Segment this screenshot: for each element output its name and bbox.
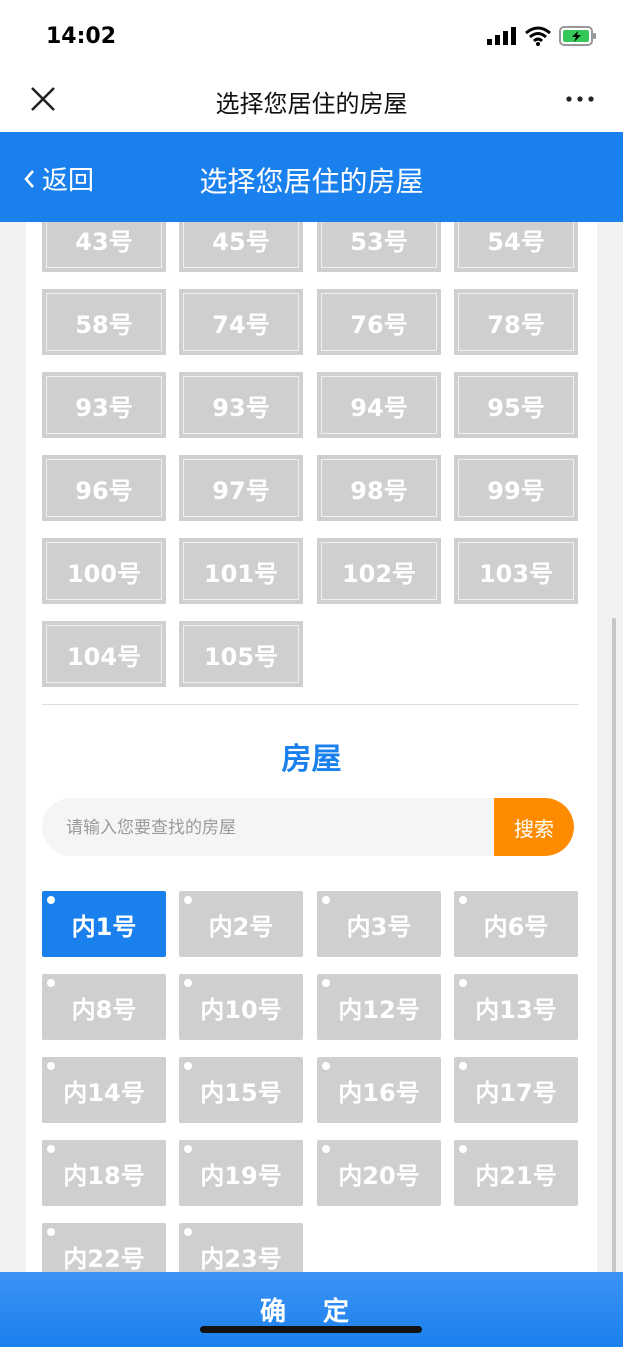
number-tile[interactable]: 100号	[42, 538, 166, 604]
dot-icon	[184, 979, 192, 987]
dot-icon	[47, 979, 55, 987]
dot-icon	[184, 896, 192, 904]
house-tile[interactable]: 内2号	[179, 891, 303, 957]
search-input[interactable]	[42, 798, 508, 856]
webview-title: 选择您居住的房屋	[215, 90, 408, 118]
battery-icon	[559, 26, 596, 46]
dot-icon	[47, 1145, 55, 1153]
house-tile[interactable]: 内8号	[42, 974, 166, 1040]
dot-icon	[459, 979, 467, 987]
number-tile[interactable]: 58号	[42, 289, 166, 355]
number-tile[interactable]: 78号	[454, 289, 578, 355]
content-panel: 43号 45号 53号 54号 58号 74号 76号 78号 93号 93号 …	[26, 222, 597, 1272]
more-icon[interactable]	[565, 84, 595, 114]
section-divider	[42, 704, 579, 705]
house-tile[interactable]: 内19号	[179, 1140, 303, 1206]
house-tile[interactable]: 内12号	[317, 974, 441, 1040]
dot-icon	[459, 1145, 467, 1153]
house-tile[interactable]: 内18号	[42, 1140, 166, 1206]
number-tile[interactable]: 94号	[317, 372, 441, 438]
number-tile[interactable]: 76号	[317, 289, 441, 355]
nav-bar: 返回 选择您居住的房屋	[0, 132, 623, 222]
number-tile[interactable]: 53号	[317, 222, 441, 272]
dot-icon	[322, 1145, 330, 1153]
house-tile[interactable]: 内10号	[179, 974, 303, 1040]
dot-icon	[184, 1145, 192, 1153]
number-tile[interactable]: 43号	[42, 222, 166, 272]
number-tile[interactable]: 101号	[179, 538, 303, 604]
signal-icon	[487, 27, 516, 45]
number-tile[interactable]: 93号	[42, 372, 166, 438]
house-tile[interactable]: 内17号	[454, 1057, 578, 1123]
wifi-icon	[525, 26, 551, 46]
house-tile[interactable]: 内6号	[454, 891, 578, 957]
status-time: 14:02	[46, 24, 117, 49]
dot-icon	[459, 896, 467, 904]
number-tile[interactable]: 54号	[454, 222, 578, 272]
dot-icon	[322, 896, 330, 904]
number-tile[interactable]: 99号	[454, 455, 578, 521]
number-tile[interactable]: 93号	[179, 372, 303, 438]
number-tile[interactable]: 102号	[317, 538, 441, 604]
house-tile[interactable]: 内16号	[317, 1057, 441, 1123]
house-tile[interactable]: 内22号	[42, 1223, 166, 1272]
number-tile[interactable]: 103号	[454, 538, 578, 604]
number-tile[interactable]: 97号	[179, 455, 303, 521]
house-tile[interactable]: 内23号	[179, 1223, 303, 1272]
number-tile[interactable]: 104号	[42, 621, 166, 687]
house-tile[interactable]: 内13号	[454, 974, 578, 1040]
search-bar: 搜索	[42, 798, 574, 856]
confirm-button[interactable]: 确 定	[0, 1272, 623, 1347]
home-indicator	[200, 1326, 422, 1333]
search-button[interactable]: 搜索	[494, 798, 574, 856]
house-tile[interactable]: 内21号	[454, 1140, 578, 1206]
dot-icon	[47, 896, 55, 904]
dot-icon	[459, 1062, 467, 1070]
number-tile[interactable]: 45号	[179, 222, 303, 272]
house-tile[interactable]: 内1号	[42, 891, 166, 957]
number-tile[interactable]: 105号	[179, 621, 303, 687]
number-tile[interactable]: 96号	[42, 455, 166, 521]
section-title: 房屋	[281, 742, 342, 777]
number-tile[interactable]: 98号	[317, 455, 441, 521]
webview-header: 选择您居住的房屋	[0, 70, 623, 132]
house-tile[interactable]: 内15号	[179, 1057, 303, 1123]
scrollbar[interactable]	[612, 618, 616, 1288]
house-tile[interactable]: 内20号	[317, 1140, 441, 1206]
dot-icon	[47, 1228, 55, 1236]
house-tile[interactable]: 内14号	[42, 1057, 166, 1123]
number-tile[interactable]: 74号	[179, 289, 303, 355]
page-title: 选择您居住的房屋	[199, 165, 424, 198]
dot-icon	[322, 1062, 330, 1070]
house-tile[interactable]: 内3号	[317, 891, 441, 957]
dot-icon	[184, 1062, 192, 1070]
status-icons	[487, 26, 597, 46]
status-bar: 14:02	[0, 0, 623, 70]
number-tile[interactable]: 95号	[454, 372, 578, 438]
dot-icon	[47, 1062, 55, 1070]
dot-icon	[322, 979, 330, 987]
dot-icon	[184, 1228, 192, 1236]
